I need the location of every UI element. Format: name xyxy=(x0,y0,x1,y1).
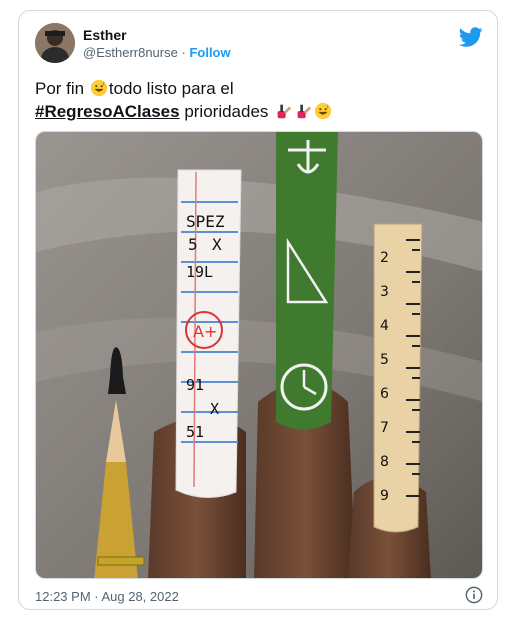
author-handle[interactable]: @Estherr8nurse xyxy=(83,45,178,60)
nail-polish-emoji-icon xyxy=(297,104,312,119)
nail-art-photo: SPEZ 5 X 19L A+ 91 X 51 2 3 4 5 6 7 8 9 xyxy=(36,132,482,578)
ruler-nail: 2 3 4 5 6 7 8 9 xyxy=(373,223,423,533)
tweet-text-continued: todo listo para el xyxy=(108,79,234,98)
paper-text-5: 91 xyxy=(186,376,204,394)
paper-text-2: 5 xyxy=(188,235,198,254)
tweet-media[interactable]: SPEZ 5 X 19L A+ 91 X 51 2 3 4 5 6 7 8 9 xyxy=(35,131,483,579)
ruler-number: 7 xyxy=(380,420,389,436)
ruler-number: 3 xyxy=(380,284,389,300)
author-name[interactable]: Esther xyxy=(83,27,127,43)
tweet-timestamp[interactable]: 12:23 PM · Aug 28, 2022 xyxy=(35,589,179,604)
info-icon[interactable] xyxy=(465,586,483,604)
author-handle-row: @Estherr8nurse · Follow xyxy=(83,45,231,60)
ruler-number: 5 xyxy=(380,352,389,368)
ruler-number: 4 xyxy=(380,318,389,334)
avatar-image xyxy=(35,23,75,63)
paper-text-3: X xyxy=(212,235,222,254)
chalkboard-nail xyxy=(276,132,338,430)
nail-polish-emoji-icon xyxy=(277,104,292,119)
ruler-number: 9 xyxy=(380,488,389,504)
paper-grade: A+ xyxy=(193,322,217,341)
paper-nail: SPEZ 5 X 19L A+ 91 X 51 xyxy=(175,169,242,498)
separator: · xyxy=(181,45,186,60)
tweet-text: Por fin todo listo para el #RegresoAClas… xyxy=(35,77,475,123)
follow-button[interactable]: Follow xyxy=(189,45,230,60)
tweet-text-start: Por fin xyxy=(35,79,85,98)
paper-text-4: 19L xyxy=(186,263,213,281)
tweet-card: Esther @Estherr8nurse · Follow Por fin t… xyxy=(18,10,498,610)
twitter-bird-icon[interactable] xyxy=(459,25,483,49)
paper-text-7: 51 xyxy=(186,423,204,441)
ruler-number: 2 xyxy=(380,250,389,266)
avatar[interactable] xyxy=(35,23,75,63)
hashtag-link[interactable]: #RegresoAClases xyxy=(35,102,180,121)
grinning-sweat-emoji-icon xyxy=(315,102,332,120)
tweet-text-end: prioridades xyxy=(184,102,269,121)
grinning-sweat-emoji-icon xyxy=(90,79,107,97)
ruler-number: 6 xyxy=(380,386,389,402)
paper-text-6: X xyxy=(210,400,219,418)
paper-text-1: SPEZ xyxy=(186,212,225,231)
ruler-number: 8 xyxy=(380,454,389,470)
